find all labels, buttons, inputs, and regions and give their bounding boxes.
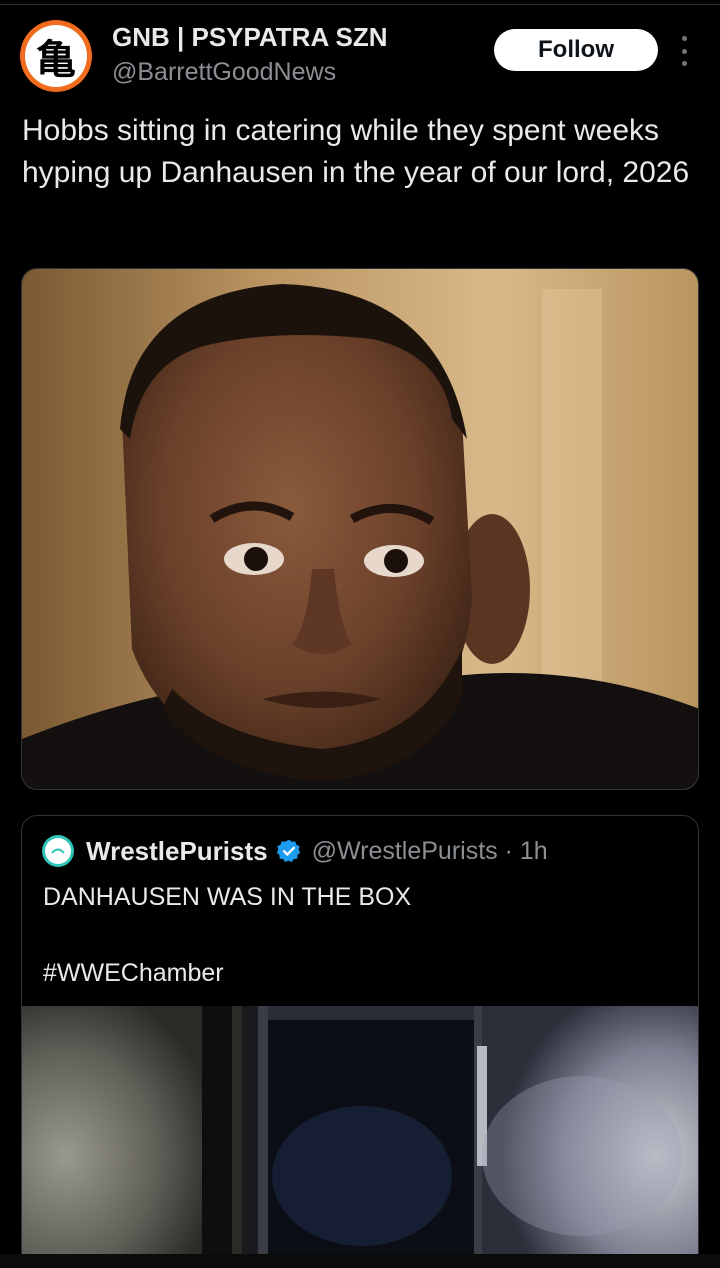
quoted-tweet[interactable]: WrestlePurists @WrestlePurists · 1h DANH…: [21, 815, 699, 1268]
top-divider: [0, 4, 720, 5]
more-vertical-icon[interactable]: [674, 36, 694, 66]
author-avatar[interactable]: 亀: [20, 20, 92, 92]
author-handle[interactable]: @BarrettGoodNews: [112, 58, 336, 87]
quoted-author-display-name[interactable]: WrestlePurists: [86, 836, 268, 867]
tweet-header: 亀 GNB | PSYPATRA SZN @BarrettGoodNews Fo…: [20, 20, 700, 96]
bottom-edge: [0, 1254, 720, 1268]
quoted-text-spacer: [43, 916, 411, 954]
verified-badge-icon: [276, 839, 300, 863]
quoted-text-line: DANHAUSEN WAS IN THE BOX: [43, 883, 412, 911]
follow-button[interactable]: Follow: [494, 29, 658, 71]
video-thumbnail-image: [22, 1006, 698, 1256]
tweet-text: Hobbs sitting in catering while they spe…: [22, 114, 690, 189]
quoted-tweet-header: WrestlePurists @WrestlePurists · 1h: [42, 834, 548, 868]
quoted-media[interactable]: [22, 1006, 698, 1256]
tweet-photo[interactable]: [21, 268, 699, 790]
quoted-author-avatar[interactable]: [42, 835, 74, 867]
avatar-glyph: 亀: [25, 25, 87, 87]
author-display-name[interactable]: GNB | PSYPATRA SZN: [112, 22, 387, 53]
hashtag-link[interactable]: #WWEChamber: [43, 954, 411, 992]
quoted-author-handle-time[interactable]: @WrestlePurists · 1h: [312, 837, 548, 866]
quoted-tweet-text: DANHAUSEN WAS IN THE BOX #WWEChamber: [43, 878, 411, 992]
portrait-image: [22, 269, 698, 789]
